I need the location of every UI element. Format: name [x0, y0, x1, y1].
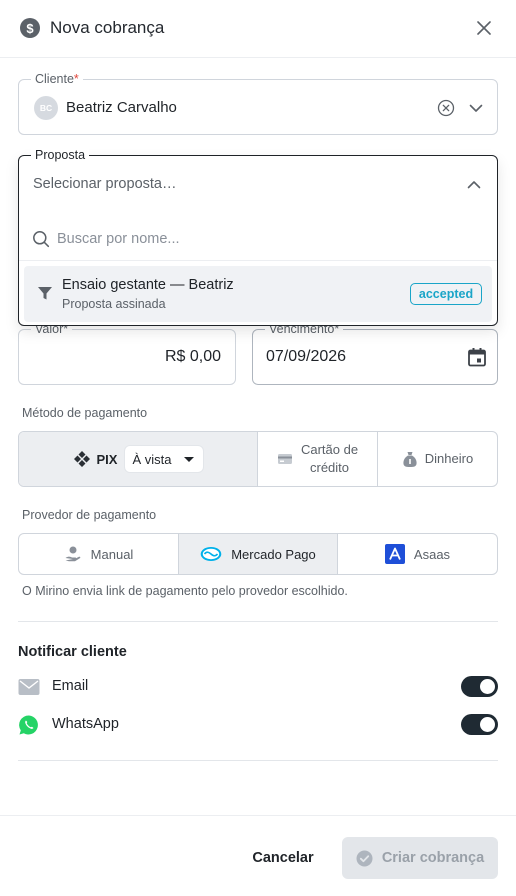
proposal-search	[19, 218, 497, 261]
money-bag-icon	[403, 451, 417, 467]
clear-icon[interactable]	[437, 99, 455, 117]
dollar-circle-icon: $	[20, 18, 40, 38]
caret-down-icon	[183, 456, 194, 462]
cancel-button[interactable]: Cancelar	[240, 837, 326, 879]
provider-option-manual[interactable]: Manual	[19, 534, 179, 574]
proposal-select[interactable]: Proposta Selecionar proposta… Ensaio ges…	[18, 147, 498, 326]
whatsapp-icon	[19, 715, 38, 735]
cash-label: Dinheiro	[424, 451, 474, 466]
proposal-option-subtitle: Proposta assinada	[62, 297, 166, 311]
client-select[interactable]: Cliente* BC Beatriz Carvalho	[18, 71, 498, 135]
provider-label: Provedor de pagamento	[22, 508, 157, 522]
dialog-footer: Cancelar Criar cobrança	[0, 815, 516, 896]
provider-asaas-label: Asaas	[413, 546, 451, 562]
client-name: Beatriz Carvalho	[66, 99, 177, 116]
due-date-field[interactable]: Vencimento* 07/09/2026	[252, 321, 498, 385]
payment-option-pix[interactable]: PIX À vista	[19, 432, 258, 486]
credit-card-icon	[277, 454, 292, 464]
notify-email-row: Email	[18, 675, 498, 699]
hand-money-icon	[65, 546, 80, 562]
card-label: Cartão de crédito	[300, 442, 359, 475]
chevron-down-icon[interactable]	[467, 99, 485, 117]
notify-title: Notificar cliente	[18, 644, 127, 660]
provider-helper-text: O Mirino envia link de pagamento pelo pr…	[22, 584, 348, 598]
provider-option-mercado-pago[interactable]: Mercado Pago	[179, 534, 338, 574]
create-charge-button[interactable]: Criar cobrança	[342, 837, 498, 879]
pix-label: PIX	[96, 451, 118, 467]
check-circle-icon	[356, 850, 373, 866]
proposal-placeholder[interactable]: Selecionar proposta…	[33, 176, 176, 192]
payment-method-label: Método de pagamento	[22, 406, 148, 420]
divider	[18, 621, 498, 622]
payment-option-card[interactable]: Cartão de crédito	[258, 432, 378, 486]
pix-terms-value: À vista	[132, 451, 172, 467]
whatsapp-toggle[interactable]	[461, 714, 498, 735]
provider-option-asaas[interactable]: Asaas	[338, 534, 497, 574]
provider-manual-label: Manual	[90, 546, 134, 562]
asaas-icon	[384, 544, 405, 564]
mercado-pago-icon	[200, 547, 222, 561]
payment-option-cash[interactable]: Dinheiro	[378, 432, 497, 486]
calendar-icon[interactable]	[466, 346, 488, 368]
client-label: Cliente*	[31, 71, 83, 87]
email-toggle[interactable]	[461, 676, 498, 697]
dialog-header: $ Nova cobrança	[0, 0, 516, 58]
proposal-search-input[interactable]	[57, 228, 477, 250]
chevron-up-icon[interactable]	[465, 176, 483, 194]
proposal-label: Proposta	[31, 147, 90, 163]
close-button[interactable]	[474, 18, 494, 38]
toggle-knob	[480, 717, 495, 732]
provider-mercado-pago-label: Mercado Pago	[231, 546, 316, 562]
payment-method-group: PIX À vista Cartão de crédito Dinheiro	[18, 431, 498, 487]
provider-group: Manual Mercado Pago Asaas	[18, 533, 498, 575]
whatsapp-label: WhatsApp	[52, 716, 119, 732]
mail-icon	[18, 679, 40, 695]
funnel-icon	[38, 287, 52, 300]
dialog-title: Nova cobrança	[50, 18, 165, 37]
search-icon	[33, 231, 50, 248]
due-date-value: 07/09/2026	[266, 348, 347, 365]
proposal-option[interactable]: Ensaio gestante — Beatriz Proposta assin…	[24, 266, 492, 322]
status-badge: accepted	[410, 283, 482, 305]
divider	[18, 760, 498, 761]
close-icon	[477, 21, 491, 35]
notify-whatsapp-row: WhatsApp	[18, 713, 498, 737]
pix-terms-select[interactable]: À vista	[125, 446, 204, 472]
avatar: BC	[34, 96, 58, 120]
amount-value: R$ 0,00	[164, 348, 221, 365]
pix-icon	[73, 451, 90, 467]
email-label: Email	[52, 678, 89, 694]
proposal-option-title: Ensaio gestante — Beatriz	[62, 277, 234, 293]
create-charge-label: Criar cobrança	[381, 850, 485, 866]
toggle-knob	[480, 679, 495, 694]
amount-field[interactable]: Valor* R$ 0,00	[18, 321, 236, 385]
